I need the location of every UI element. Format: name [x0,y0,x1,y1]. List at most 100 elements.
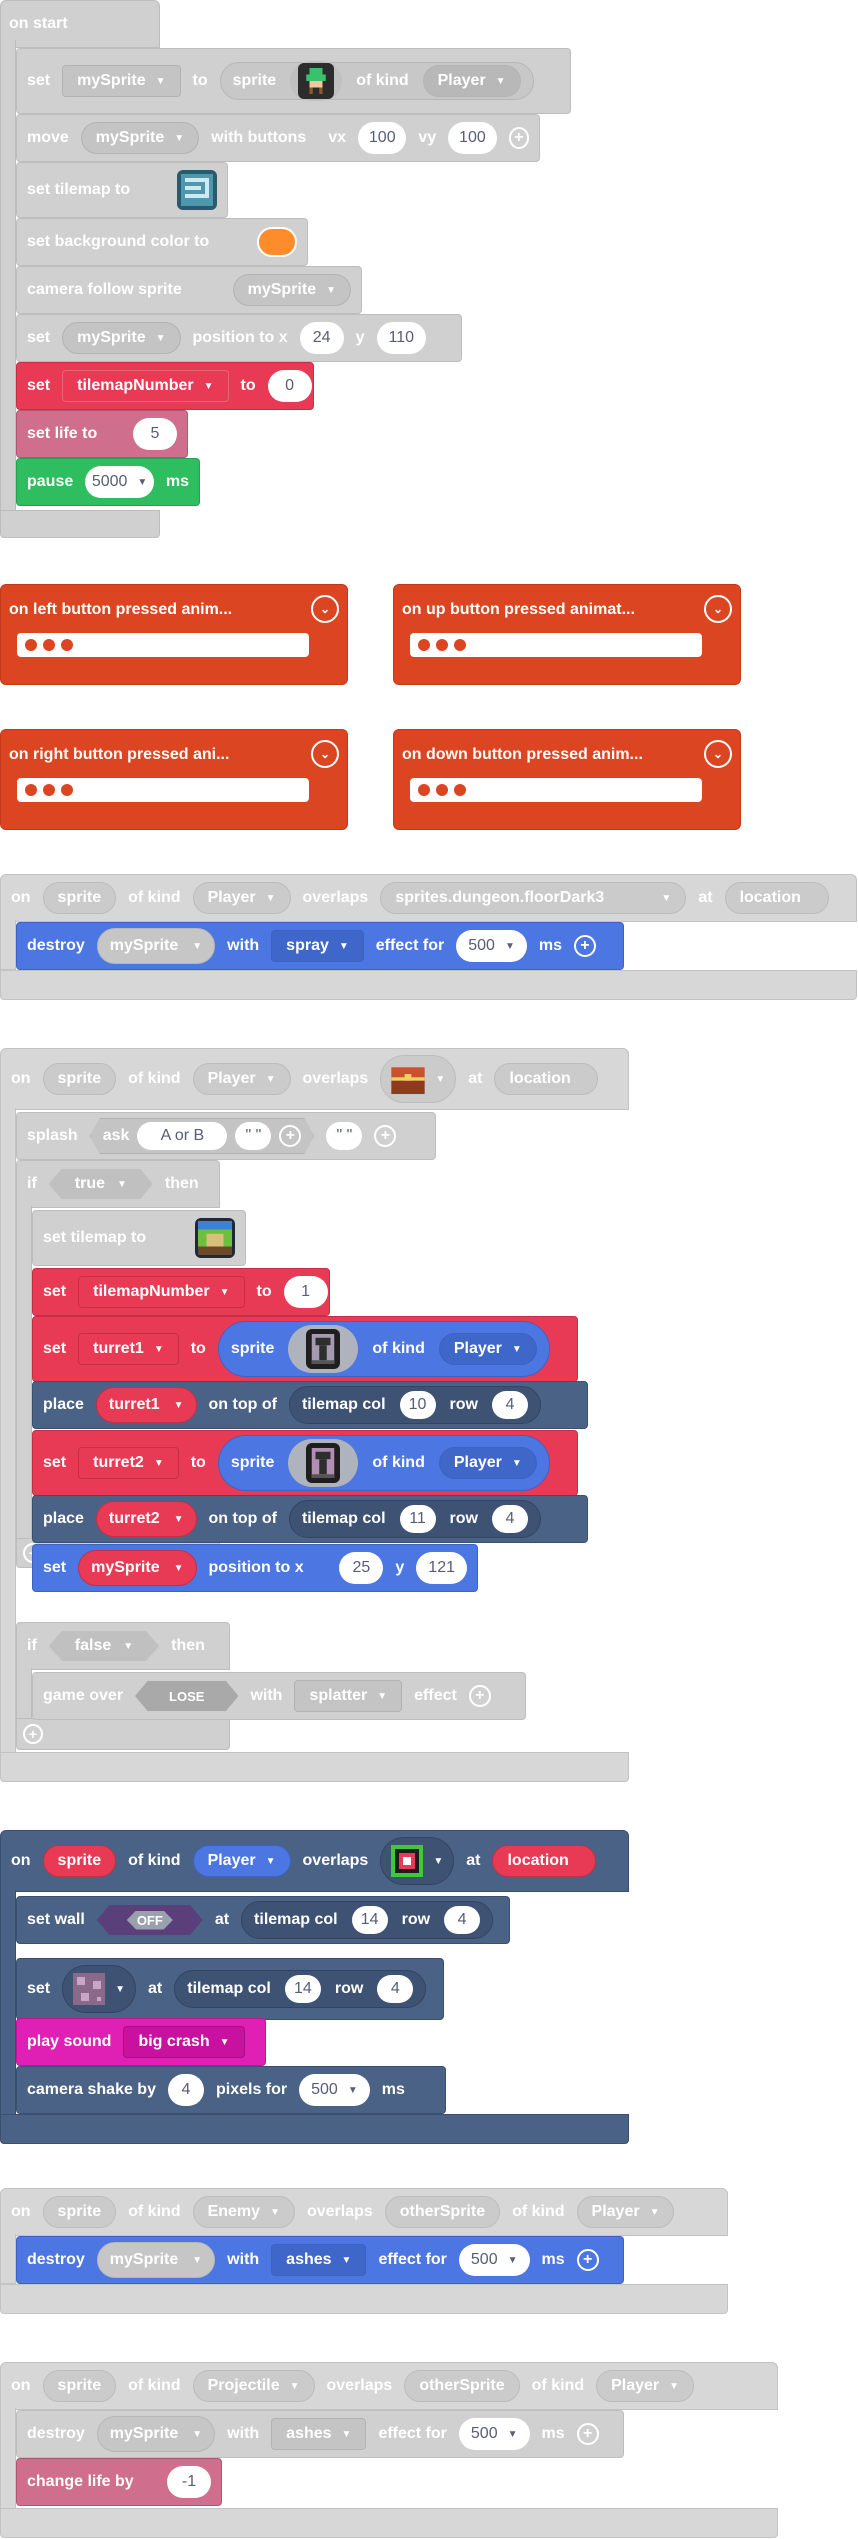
life-input[interactable]: 5 [133,418,177,450]
chevron-down-icon[interactable]: ⌄ [311,740,339,768]
set-tile-block[interactable]: set ▼ at tilemap col 14 row 4 [16,1958,444,2020]
string-input[interactable]: " " [326,1122,363,1150]
collapsed-dots[interactable] [17,633,309,657]
collapsed-dots[interactable] [410,633,702,657]
shake-amount-input[interactable]: 4 [167,2074,204,2106]
pause-duration-dropdown[interactable]: 5000 ▼ [85,466,154,498]
tilemap-thumbnail-icon[interactable] [195,1218,235,1258]
duration-dropdown[interactable]: 500 ▼ [458,2244,530,2276]
string-input[interactable]: " " [235,1122,271,1150]
sprite-param[interactable]: sprite [42,882,117,914]
location-param[interactable]: location [494,1063,599,1095]
set-position-block[interactable]: set mySprite ▼ position to x 25 y 121 [32,1544,478,1592]
effect-dropdown[interactable]: ashes ▼ [271,2244,367,2276]
add-parameter-icon[interactable]: + [374,1125,397,1147]
kind-dropdown[interactable]: Player ▼ [192,1845,291,1877]
variable-reporter[interactable]: mySprite ▼ [78,1550,197,1586]
col-input[interactable]: 14 [284,1975,321,2003]
collapsed-left-button-event[interactable]: on left button pressed anim... ⌄ [0,584,348,685]
splash-block[interactable]: splash ask A or B " " + " " + [16,1112,436,1160]
prompt-input[interactable]: A or B [137,1122,227,1150]
place-turret2-block[interactable]: place turret2 ▼ on top of tilemap col 11 … [32,1495,588,1543]
camera-shake-block[interactable]: camera shake by 4 pixels for 500 ▼ ms [16,2066,446,2114]
game-over-block[interactable]: game over LOSE with splatter ▼ effect + [32,1672,526,1720]
wall-toggle[interactable]: OFF [96,1905,203,1935]
vx-input[interactable]: 100 [358,122,407,154]
overlap-projectile-hat[interactable]: on sprite of kind Projectile ▼ overlaps o… [0,2362,778,2410]
duration-dropdown[interactable]: 500 ▼ [456,930,527,962]
other-sprite-param[interactable]: otherSprite [384,2196,501,2228]
tile-picker-dropdown[interactable]: ▼ [380,1837,455,1885]
lose-dropdown[interactable]: LOSE [135,1681,239,1711]
sprite-param[interactable]: sprite [42,1845,117,1877]
effect-dropdown[interactable]: spray ▼ [271,930,364,962]
set-tilemap-block[interactable]: set tilemap to [32,1210,246,1266]
row-input[interactable]: 4 [444,1906,481,1934]
destroy-block[interactable]: destroy mySprite ▼ with spray ▼ effect for… [16,922,624,970]
destroy-block[interactable]: destroy mySprite ▼ with ashes ▼ effect for… [16,2410,624,2458]
chevron-down-icon[interactable]: ⌄ [704,740,732,768]
kind-dropdown[interactable]: Projectile ▼ [192,2370,315,2402]
variable-reporter[interactable]: mySprite ▼ [96,2242,216,2278]
tilemap-col-reporter[interactable]: tilemap col 11 row 4 [288,1500,541,1538]
effect-dropdown[interactable]: splatter ▼ [294,1680,403,1712]
variable-reporter[interactable]: mySprite ▼ [96,2416,216,2452]
sound-dropdown[interactable]: big crash ▼ [123,2026,245,2058]
tilemap-col-reporter[interactable]: tilemap col 14 row 4 [241,1901,494,1939]
kind-dropdown[interactable]: Player ▼ [438,1447,537,1479]
set-wall-block[interactable]: set wall OFF at tilemap col 14 row 4 [16,1896,510,1944]
add-parameter-icon[interactable]: + [279,1125,301,1147]
set-background-color-block[interactable]: set background color to [16,218,308,266]
add-parameter-icon[interactable]: + [508,127,529,149]
set-turret2-block[interactable]: set turret2 ▼ to sprite of kind Player ▼ [32,1430,578,1496]
variable-dropdown[interactable]: tilemapNumber ▼ [62,370,229,402]
location-param[interactable]: location [724,882,829,914]
destroy-block[interactable]: destroy mySprite ▼ with ashes ▼ effect for… [16,2236,624,2284]
set-life-block[interactable]: set life to 5 [16,410,188,458]
kind-dropdown[interactable]: Player ▼ [422,65,521,97]
variable-reporter[interactable]: turret2 ▼ [95,1501,197,1537]
kind-dropdown[interactable]: Player ▼ [576,2196,675,2228]
add-parameter-icon[interactable]: + [468,1685,491,1707]
add-parameter-icon[interactable]: + [573,935,596,957]
sprite-of-kind-reporter[interactable]: sprite of kind Player ▼ [219,61,534,101]
sprite-of-kind-reporter[interactable]: sprite of kind Player ▼ [217,1321,550,1377]
set-tilemap-number-block[interactable]: set tilemapNumber ▼ to 0 [16,362,314,410]
if-true-header[interactable]: if true ▼ then [16,1160,220,1208]
value-input[interactable]: 1 [283,1276,328,1308]
add-else-icon[interactable]: + [23,1724,43,1744]
condition-dropdown[interactable]: false ▼ [48,1631,160,1661]
kind-dropdown[interactable]: Player ▼ [192,882,291,914]
sprite-image-picker[interactable] [290,61,343,101]
ask-reporter[interactable]: ask A or B " " + [90,1118,315,1154]
camera-follow-block[interactable]: camera follow sprite mySprite ▼ [16,266,362,314]
kind-dropdown[interactable]: Enemy ▼ [192,2196,295,2228]
y-input[interactable]: 121 [416,1552,467,1584]
sprite-of-kind-reporter[interactable]: sprite of kind Player ▼ [217,1435,550,1491]
col-input[interactable]: 10 [399,1391,436,1419]
y-input[interactable]: 110 [376,322,427,354]
variable-dropdown[interactable]: mySprite ▼ [62,65,181,97]
on-start-hat[interactable]: on start [0,0,160,48]
col-input[interactable]: 11 [399,1505,436,1533]
col-input[interactable]: 14 [351,1906,388,1934]
life-delta-input[interactable]: -1 [167,2466,211,2498]
overlap-tile-hat[interactable]: on sprite of kind Player ▼ overlaps sprit… [0,874,857,922]
sprite-param[interactable]: sprite [42,2196,117,2228]
move-with-buttons-block[interactable]: move mySprite ▼ with buttons vx 100 vy 10… [16,114,540,162]
kind-dropdown[interactable]: Player ▼ [192,1063,291,1095]
collapsed-down-button-event[interactable]: on down button pressed anim... ⌄ [393,729,741,830]
sprite-param[interactable]: sprite [42,2370,117,2402]
add-parameter-icon[interactable]: + [576,2249,599,2271]
kind-dropdown[interactable]: Player ▼ [438,1333,537,1365]
set-sprite-block[interactable]: set mySprite ▼ to sprite of kind Player ▼ [16,48,571,114]
overlap-wall-hat[interactable]: on sprite of kind Player ▼ overlaps ▼ at … [0,1830,629,1892]
condition-dropdown[interactable]: true ▼ [48,1169,153,1199]
place-turret1-block[interactable]: place turret1 ▼ on top of tilemap col 10 … [32,1381,588,1429]
set-tilemap-number-block[interactable]: set tilemapNumber ▼ to 1 [32,1268,330,1316]
other-sprite-param[interactable]: otherSprite [404,2370,520,2402]
sprite-image-picker[interactable] [288,1439,359,1487]
shake-duration-dropdown[interactable]: 500 ▼ [299,2074,370,2106]
chevron-down-icon[interactable]: ⌄ [311,595,339,623]
change-life-block[interactable]: change life by -1 [16,2458,222,2506]
